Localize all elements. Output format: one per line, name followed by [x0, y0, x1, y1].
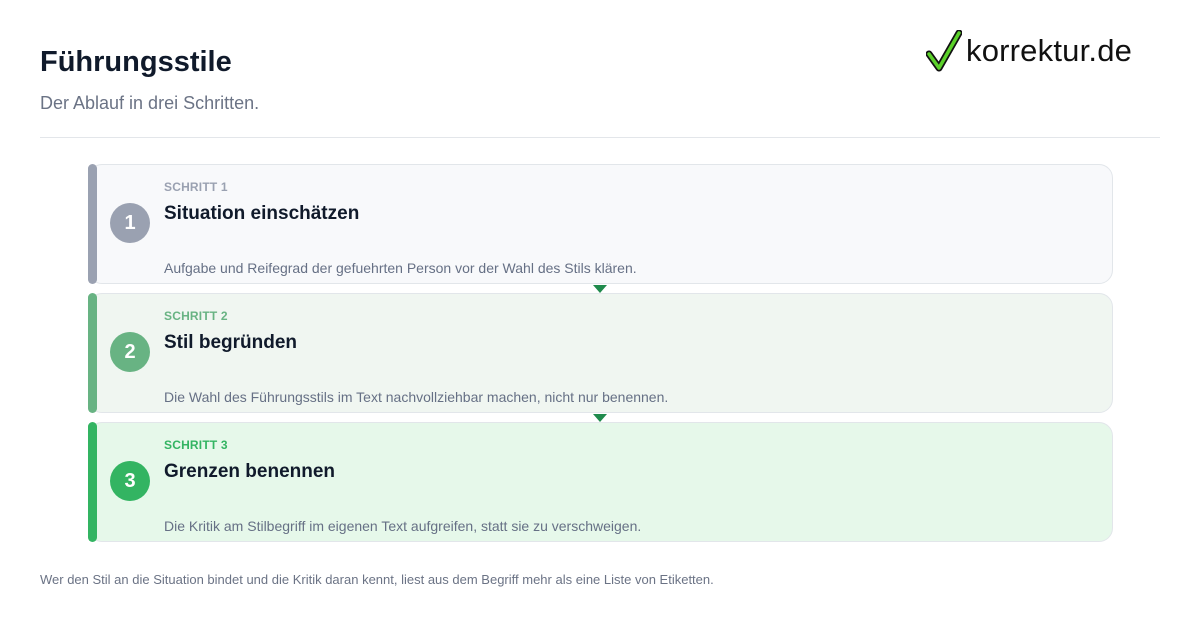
step-label: SCHRITT 3: [164, 438, 228, 452]
checkmark-icon: [926, 30, 962, 72]
step-label: SCHRITT 2: [164, 309, 228, 323]
connector-arrow-1-2: [593, 285, 607, 293]
page-subtitle: Der Ablauf in drei Schritten.: [40, 93, 260, 113]
step-description: Die Kritik am Stilbegriff im eigenen Tex…: [164, 518, 642, 534]
footer-note: Wer den Stil an die Situation bindet und…: [40, 572, 714, 587]
step-label: SCHRITT 1: [164, 180, 228, 194]
step-card-2: 2 SCHRITT 2 Stil begründen Die Wahl des …: [88, 293, 1113, 413]
step-title: Stil begründen: [164, 332, 297, 353]
step-card-3: 3 SCHRITT 3 Grenzen benennen Die Kritik …: [88, 422, 1113, 542]
step-accent-bar: [88, 422, 97, 542]
step-description: Die Wahl des Führungsstils im Text nachv…: [164, 389, 669, 405]
step-title: Situation einschätzen: [164, 203, 360, 224]
logo-text: korrektur.de: [966, 33, 1133, 68]
header-divider: [40, 137, 1160, 138]
step-accent-bar: [88, 293, 97, 413]
step-accent-bar: [88, 164, 97, 284]
step-number-badge: 2: [110, 332, 150, 372]
step-description: Aufgabe und Reifegrad der gefuehrten Per…: [164, 260, 637, 276]
step-number-badge: 3: [110, 461, 150, 501]
connector-arrow-2-3: [593, 414, 607, 422]
page-title: Führungsstile: [40, 46, 232, 78]
step-title: Grenzen benennen: [164, 461, 336, 482]
step-card-1: 1 SCHRITT 1 Situation einschätzen Aufgab…: [88, 164, 1113, 284]
logo[interactable]: korrektur.de: [926, 30, 1132, 72]
step-number-badge: 1: [110, 203, 150, 243]
